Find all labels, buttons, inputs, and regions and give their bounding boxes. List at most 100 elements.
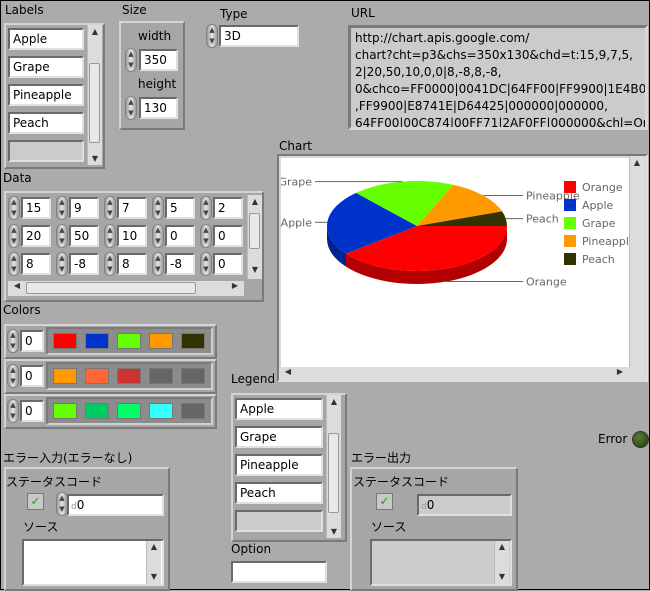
url-line: chart?cht=p3&chs=350x130&chd=t:15,9,7,5, [355, 48, 633, 62]
colors-index-stepper[interactable]: ▲ ▼ [7, 399, 19, 423]
labels-item[interactable]: Pineapple [8, 84, 84, 106]
data-cell-stepper[interactable]: ▲ ▼ [8, 224, 20, 248]
color-swatch[interactable] [117, 368, 141, 384]
type-stepper[interactable]: ▲ ▼ [206, 24, 218, 48]
legend-item[interactable] [235, 510, 323, 532]
color-swatch[interactable] [149, 403, 173, 419]
width-stepper[interactable]: ▲ ▼ [125, 48, 137, 72]
url-display[interactable]: http://chart.apis.google.com/chart?cht=p… [348, 25, 648, 130]
legend-item[interactable]: Peach [235, 482, 323, 504]
data-cell-input[interactable]: 8 [117, 253, 147, 275]
labels-scrollbar[interactable]: ▲ ▼ [87, 25, 102, 165]
color-swatch[interactable] [149, 333, 173, 349]
data-cell-input[interactable]: 8 [21, 253, 51, 275]
data-cell-stepper[interactable]: ▲ ▼ [104, 224, 116, 248]
data-cell-stepper[interactable]: ▲ ▼ [8, 252, 20, 276]
chart-horizontal-scrollbar[interactable]: ◀ ▶ [279, 367, 644, 382]
data-cell-stepper[interactable]: ▲ ▼ [152, 252, 164, 276]
data-cell-stepper[interactable]: ▲ ▼ [56, 252, 68, 276]
data-cell-input[interactable]: 0 [165, 225, 195, 247]
data-cell-input[interactable]: 50 [69, 225, 99, 247]
error-out-status-indicator: ✓ [376, 493, 393, 510]
colors-index-input[interactable]: 0 [20, 400, 44, 422]
error-in-source-scrollbar[interactable]: ▲ ▼ [146, 541, 161, 584]
labels-item[interactable]: Peach [8, 112, 84, 134]
type-title: Type [220, 7, 248, 21]
color-swatch[interactable] [53, 333, 77, 349]
width-input[interactable]: 350 [139, 49, 178, 71]
height-input[interactable]: 130 [139, 97, 178, 119]
legend-title: Legend [231, 372, 276, 386]
data-cell-input[interactable]: -8 [165, 253, 195, 275]
height-label: height [138, 77, 177, 91]
url-line: ,FF9900|E8741E|D64425|000000|000000, [355, 99, 608, 113]
color-swatch[interactable] [181, 368, 205, 384]
data-array: ▲ ▼ ◀ ▶ ▲ ▼ 15 ▲ ▼ 9 ▲ ▼ 7 ▲ ▼ 5 ▲ ▼ 2 ▲ ▼ 20 ▲ ▼ 50 ▲ ▼ 10 ▲ ▼ 0 ▲ ▼ 0… [4, 191, 264, 302]
data-cell-input[interactable]: 0 [213, 253, 243, 275]
data-cell-input[interactable]: 5 [165, 197, 195, 219]
error-in-status-checkbox[interactable]: ✓ [27, 493, 44, 510]
labels-item[interactable] [8, 140, 84, 162]
color-swatch[interactable] [85, 333, 109, 349]
data-cell-stepper[interactable]: ▲ ▼ [152, 224, 164, 248]
color-swatch[interactable] [117, 333, 141, 349]
error-out-status-label: ステータスコード [353, 475, 450, 489]
data-vertical-scrollbar[interactable]: ▲ ▼ [247, 195, 262, 279]
color-swatch[interactable] [181, 333, 205, 349]
data-cell-input[interactable]: 20 [21, 225, 51, 247]
data-cell-stepper[interactable]: ▲ ▼ [152, 196, 164, 220]
labels-item[interactable]: Grape [8, 56, 84, 78]
data-cell-stepper[interactable]: ▲ ▼ [200, 252, 212, 276]
legend-item[interactable]: Grape [235, 426, 323, 448]
data-cell-input[interactable]: 9 [69, 197, 99, 219]
color-swatch[interactable] [85, 403, 109, 419]
data-cell-input[interactable]: 2 [213, 197, 243, 219]
colors-index-input[interactable]: 0 [20, 365, 44, 387]
legend-scrollbar[interactable]: ▲ ▼ [326, 395, 341, 538]
data-cell-stepper[interactable]: ▲ ▼ [56, 224, 68, 248]
chart-title: Chart [279, 139, 312, 153]
color-swatch[interactable] [181, 403, 205, 419]
color-swatch[interactable] [149, 368, 173, 384]
error-in-source-input[interactable] [22, 539, 164, 586]
legend-swatch [564, 199, 576, 211]
colors-index-input[interactable]: 0 [20, 330, 44, 352]
error-out-code-value: 0 [426, 498, 435, 512]
url-title: URL [351, 6, 375, 20]
chart-vertical-scrollbar[interactable]: ▲ [629, 156, 644, 367]
data-cell-stepper[interactable]: ▲ ▼ [200, 224, 212, 248]
type-ring[interactable]: 3D [219, 25, 299, 47]
color-swatch[interactable] [117, 403, 141, 419]
legend-item[interactable]: Apple [235, 398, 323, 420]
option-input[interactable] [231, 561, 327, 583]
data-cell-stepper[interactable]: ▲ ▼ [8, 196, 20, 220]
data-cell-input[interactable]: 7 [117, 197, 147, 219]
color-swatch[interactable] [53, 403, 77, 419]
data-cell-stepper[interactable]: ▲ ▼ [56, 196, 68, 220]
labels-item[interactable]: Apple [8, 28, 84, 50]
error-in-status-label: ステータスコード [6, 475, 103, 489]
height-stepper[interactable]: ▲ ▼ [125, 96, 137, 120]
url-line: 0&chco=FF0000|0041DC|64FF00|FF9900|1E4B0… [355, 82, 648, 96]
error-in-title: エラー入力(エラーなし) [3, 451, 133, 465]
chart-picture: Orange Apple Grape Pineapple Peach Orange Appl… [277, 154, 648, 382]
data-cell-input[interactable]: 0 [213, 225, 243, 247]
data-cell-stepper[interactable]: ▲ ▼ [104, 252, 116, 276]
data-cell-input[interactable]: 15 [21, 197, 51, 219]
option-title: Option [231, 542, 272, 556]
data-horizontal-scrollbar[interactable]: ◀ ▶ [8, 281, 244, 296]
legend-entry: Peach [582, 253, 615, 266]
legend-entry: Pineapple [582, 235, 629, 248]
colors-index-stepper[interactable]: ▲ ▼ [7, 364, 19, 388]
error-in-source-label: ソース [23, 520, 59, 534]
data-cell-input[interactable]: -8 [69, 253, 99, 275]
color-swatch[interactable] [85, 368, 109, 384]
legend-item[interactable]: Pineapple [235, 454, 323, 476]
data-cell-stepper[interactable]: ▲ ▼ [200, 196, 212, 220]
error-out-source-scrollbar[interactable]: ▲ ▼ [494, 541, 509, 584]
color-swatch[interactable] [53, 368, 77, 384]
data-cell-stepper[interactable]: ▲ ▼ [104, 196, 116, 220]
error-in-code-input[interactable]: d0 [67, 494, 164, 516]
data-cell-input[interactable]: 10 [117, 225, 147, 247]
colors-index-stepper[interactable]: ▲ ▼ [7, 329, 19, 353]
